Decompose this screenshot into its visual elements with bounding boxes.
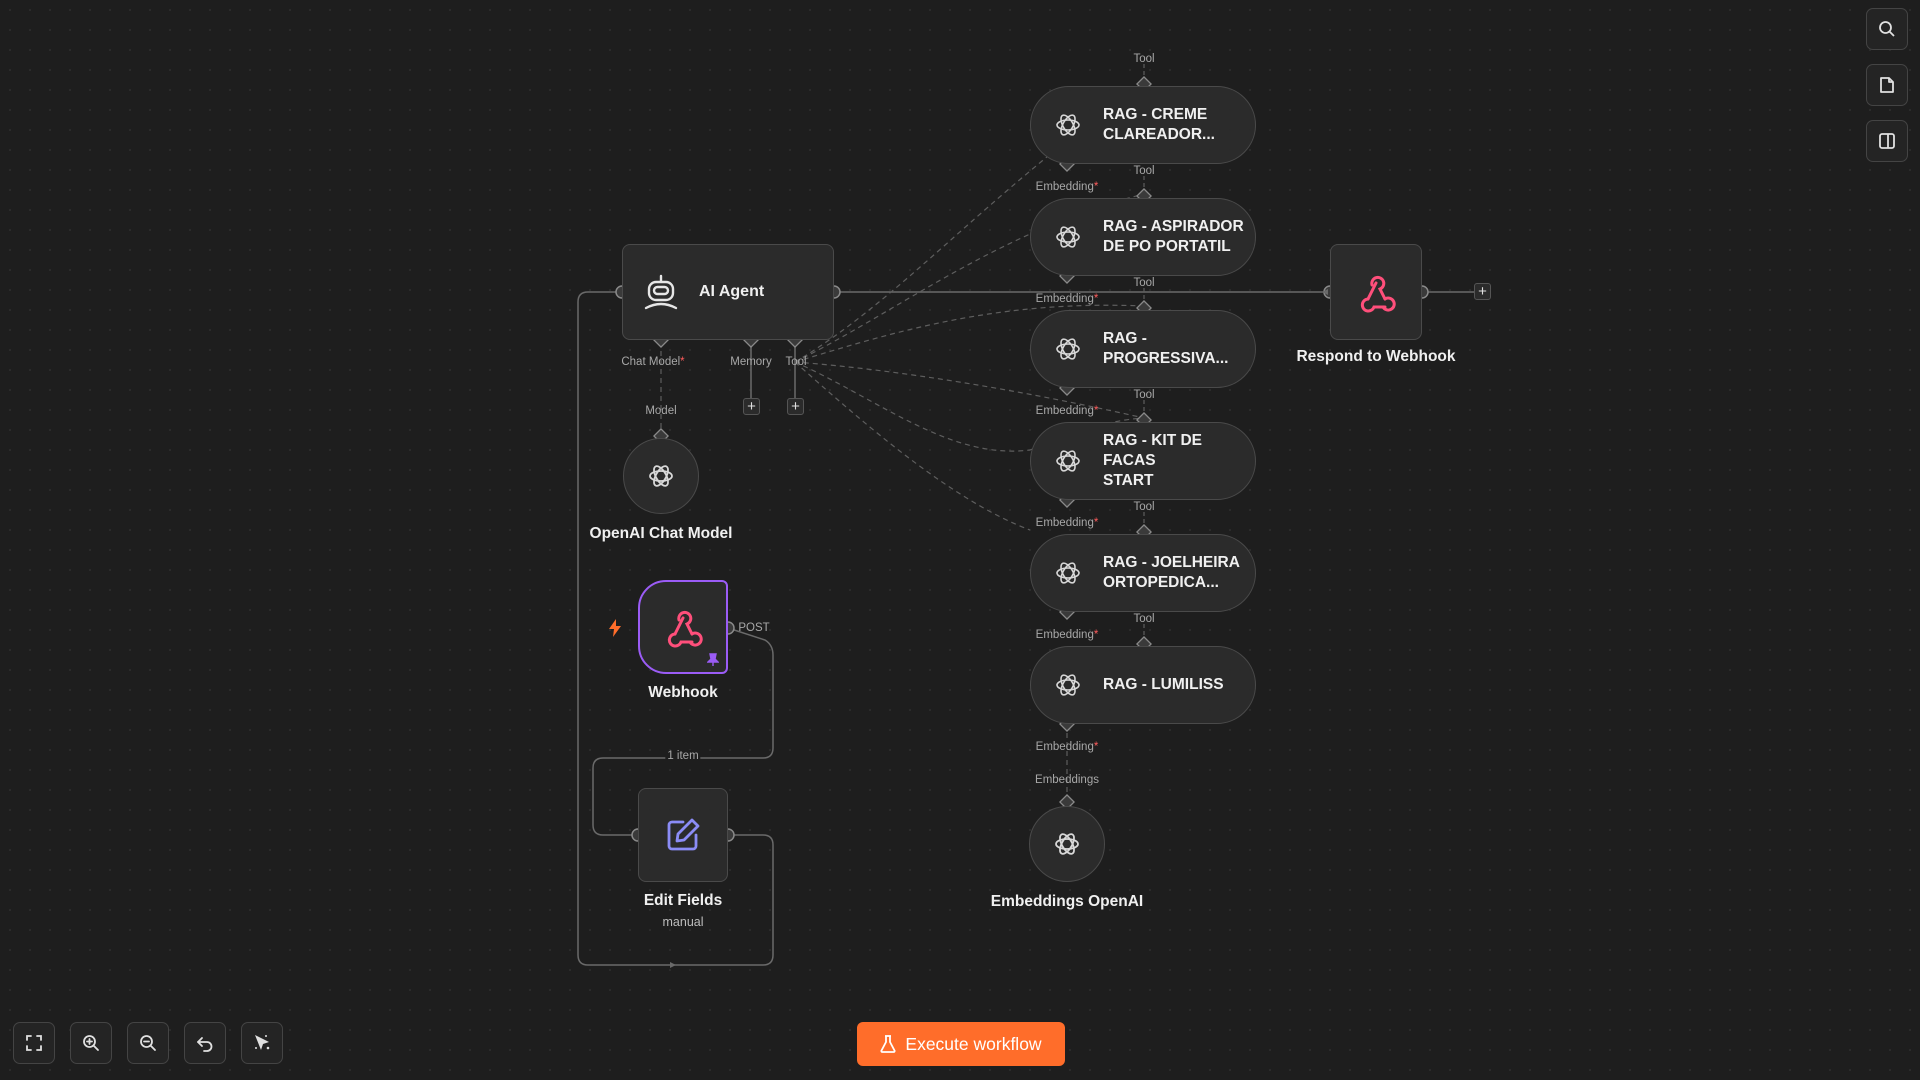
rag-tool-port-label: Tool — [1133, 389, 1155, 401]
respond-to-webhook-title: Respond to Webhook — [1296, 348, 1456, 365]
edit-fields-node[interactable] — [638, 788, 728, 882]
rag-tool-port-label: Tool — [1133, 165, 1155, 177]
toggle-panel-button[interactable] — [1866, 120, 1908, 162]
openai-chat-model-node[interactable] — [623, 438, 699, 514]
embeddings-openai-title: Embeddings OpenAI — [990, 893, 1144, 910]
rag-tool-title: RAG - PROGRESSIVA... — [1103, 330, 1229, 367]
zoom-in-button[interactable] — [70, 1022, 112, 1064]
tool-port-label: Tool — [785, 356, 807, 368]
openai-icon — [649, 465, 673, 487]
embeddings-port-label: Embeddings — [1035, 774, 1099, 786]
trigger-bolt-icon — [609, 619, 621, 637]
rag-tool-port-label: Tool — [1133, 53, 1155, 65]
undo-icon — [197, 1037, 213, 1052]
flask-icon — [880, 1035, 896, 1053]
rag-tool-node[interactable]: RAG - PROGRESSIVA... — [1030, 310, 1256, 388]
rag-tool-node[interactable]: RAG - LUMILISS — [1030, 646, 1256, 724]
rag-tool-node[interactable]: RAG - JOELHEIRA ORTOPEDICA... — [1030, 534, 1256, 612]
model-port-label: Model — [645, 405, 677, 417]
add-node-button[interactable]: + — [1474, 283, 1491, 300]
embedding-port-label: Embedding* — [1035, 293, 1099, 305]
edit-fields-subtitle: manual — [662, 915, 704, 929]
zoom-out-icon — [140, 1035, 156, 1051]
chat-model-port-label: Chat Model* — [621, 356, 685, 368]
webhook-icon — [667, 610, 703, 648]
zoom-out-button[interactable] — [127, 1022, 169, 1064]
vector-store-icon — [1056, 674, 1080, 696]
memory-port-label: Memory — [730, 356, 772, 368]
panel-toggle-icon — [1879, 133, 1895, 149]
rag-tool-title: RAG - KIT DE FACAS START — [1103, 432, 1203, 489]
openai-chat-model-title: OpenAI Chat Model — [589, 525, 733, 542]
undo-button[interactable] — [184, 1022, 226, 1064]
webhook-method-label: POST — [738, 622, 770, 634]
vector-store-icon — [1056, 226, 1080, 248]
add-tool-button[interactable]: + — [787, 398, 804, 415]
rag-tool-title: RAG - LUMILISS — [1103, 676, 1224, 693]
tidy-up-button[interactable] — [241, 1022, 283, 1064]
zoom-in-icon — [83, 1035, 99, 1051]
pin-icon — [707, 653, 719, 666]
rag-tool-node[interactable]: RAG - ASPIRADOR DE PO PORTATIL — [1030, 198, 1256, 276]
tidy-up-icon — [255, 1035, 270, 1050]
edit-pencil-icon — [667, 818, 700, 851]
embedding-port-label: Embedding* — [1035, 517, 1099, 529]
openai-icon — [1055, 833, 1079, 855]
rag-tool-node[interactable]: RAG - KIT DE FACAS START — [1030, 422, 1256, 500]
vector-store-icon — [1056, 114, 1080, 136]
add-sticky-note-button[interactable] — [1866, 64, 1908, 106]
execute-workflow-label: Execute workflow — [905, 1033, 1042, 1054]
rag-tool-title: RAG - CREME CLAREADOR... — [1103, 106, 1215, 143]
rag-tool-port-label: Tool — [1133, 613, 1155, 625]
embeddings-openai-node[interactable] — [1029, 806, 1105, 882]
fit-view-button[interactable] — [13, 1022, 55, 1064]
fit-view-icon — [26, 1035, 42, 1051]
execute-workflow-button[interactable]: Execute workflow — [857, 1022, 1065, 1066]
rag-tool-port-label: Tool — [1133, 277, 1155, 289]
rag-tool-title: RAG - JOELHEIRA ORTOPEDICA... — [1103, 554, 1240, 591]
search-button[interactable] — [1866, 8, 1908, 50]
vector-store-icon — [1056, 338, 1080, 360]
edit-fields-title: Edit Fields — [643, 892, 723, 909]
robot-icon — [644, 274, 678, 310]
ai-agent-title: AI Agent — [699, 283, 765, 300]
add-memory-button[interactable]: + — [743, 398, 760, 415]
embedding-port-label: Embedding* — [1035, 741, 1099, 753]
embedding-port-label: Embedding* — [1035, 181, 1099, 193]
respond-to-webhook-node[interactable] — [1330, 244, 1422, 340]
embedding-port-label: Embedding* — [1035, 629, 1099, 641]
rag-tool-node[interactable]: RAG - CREME CLAREADOR... — [1030, 86, 1256, 164]
rag-tool-port-label: Tool — [1133, 501, 1155, 513]
search-icon — [1879, 21, 1895, 37]
webhook-title: Webhook — [648, 684, 718, 701]
webhook-icon — [1360, 275, 1396, 313]
connection-item-count: 1 item — [665, 750, 701, 762]
webhook-node[interactable] — [638, 580, 728, 674]
ai-agent-node[interactable]: AI Agent — [622, 244, 834, 340]
embedding-port-label: Embedding* — [1035, 405, 1099, 417]
vector-store-icon — [1056, 450, 1080, 472]
rag-tool-title: RAG - ASPIRADOR DE PO PORTATIL — [1103, 218, 1244, 255]
sticky-note-icon — [1880, 77, 1894, 93]
vector-store-icon — [1056, 562, 1080, 584]
connections-layer — [577, 64, 1474, 968]
